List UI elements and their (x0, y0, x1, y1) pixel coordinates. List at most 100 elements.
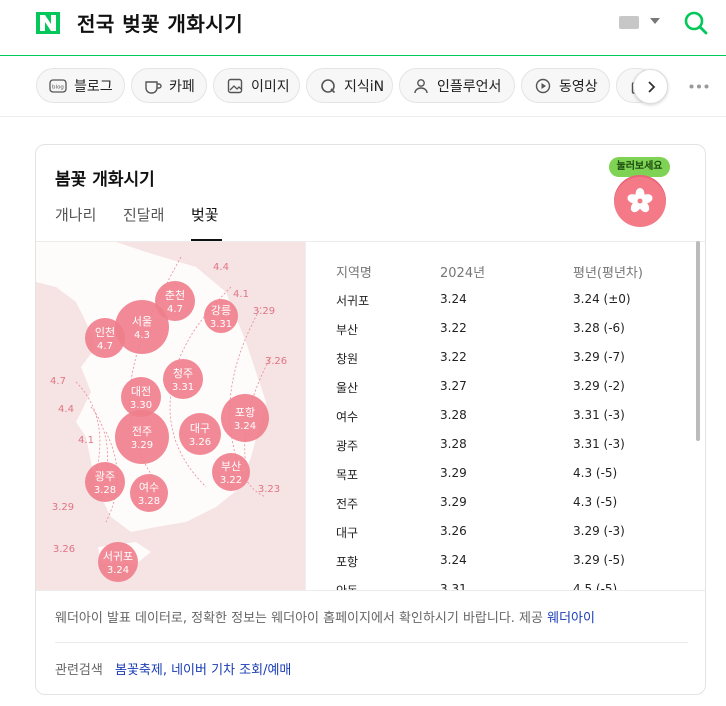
table-row: 안동 3.31 4.5 (-5) (306, 582, 686, 590)
cell-2024: 3.22 (440, 321, 467, 335)
header-2024: 2024년 (440, 266, 486, 281)
svg-text:blog: blog (52, 84, 64, 90)
city-date: 3.28 (138, 496, 160, 507)
city-marker-8[interactable]: 대구 3.26 (179, 413, 221, 455)
cell-region: 창원 (336, 352, 359, 366)
related-link-festival[interactable]: 봄꽃축제 (115, 663, 163, 678)
header-region: 지역명 (336, 266, 372, 281)
cell-region: 전주 (336, 497, 359, 511)
city-date: 3.29 (131, 440, 153, 451)
naver-logo[interactable] (36, 12, 60, 34)
city-date: 3.26 (189, 437, 211, 448)
cell-region: 울산 (336, 381, 359, 395)
tab-label: 인플루언서 (437, 78, 502, 95)
city-name: 부산 (221, 460, 241, 473)
isoline-label: 3.29 (253, 306, 275, 317)
cell-2024: 3.24 (440, 553, 467, 567)
cell-normal: 3.31 (-3) (573, 437, 625, 451)
cell-2024: 3.31 (440, 582, 467, 590)
isoline-label: 3.29 (52, 502, 74, 513)
city-date: 3.22 (220, 475, 242, 486)
isoline-label: 4.4 (213, 262, 229, 273)
city-name: 서귀포 (103, 550, 133, 563)
table-row: 목포 3.29 4.3 (-5) (306, 466, 686, 495)
table-row: 서귀포 3.24 3.24 (±0) (306, 292, 686, 321)
cell-region: 목포 (336, 468, 359, 482)
cell-region: 부산 (336, 323, 359, 337)
city-name: 서울 (132, 315, 152, 328)
table-row: 전주 3.29 4.3 (-5) (306, 495, 686, 524)
city-date: 3.31 (172, 382, 194, 393)
chevron-right-icon (647, 80, 655, 93)
tab-label: 지식iN (344, 78, 385, 95)
tabs-next-button[interactable] (633, 69, 668, 104)
category-tabs: blog 블로그 카페 이미지 지식iN 인플루언서 동영상 (0, 57, 726, 117)
tab-influencer[interactable]: 인플루언서 (399, 68, 515, 103)
source-notice: 웨더아이 발표 데이터로, 정확한 정보는 웨더아이 홈페이지에서 확인하시기 … (55, 607, 595, 626)
city-marker-3[interactable]: 서울 4.3 (115, 300, 169, 354)
image-icon (226, 77, 244, 95)
isoline-label: 4.1 (78, 435, 94, 446)
chevron-down-icon[interactable] (650, 18, 660, 24)
cell-region: 서귀포 (336, 294, 370, 308)
search-icon[interactable] (683, 10, 709, 36)
cell-region: 포항 (336, 555, 359, 569)
city-name: 대전 (131, 385, 151, 398)
tab-label: 카페 (169, 78, 195, 95)
press-me-badge[interactable]: 눌러보세요 (609, 157, 670, 177)
bloom-table[interactable]: 지역명 2024년 평년(평년차) 서귀포 3.24 3.24 (±0) 부산 3.22… (305, 242, 705, 590)
card-title: 봄꽃 개화시기 (55, 170, 155, 190)
table-row: 창원 3.22 3.29 (-7) (306, 350, 686, 379)
header-normal: 평년(평년차) (573, 266, 643, 281)
tab-knowledge[interactable]: 지식iN (306, 68, 393, 103)
city-marker-7[interactable]: 전주 3.29 (115, 410, 169, 464)
cell-region: 안동 (336, 582, 358, 590)
divider (36, 590, 705, 591)
cell-2024: 3.24 (440, 292, 467, 306)
city-name: 전주 (132, 425, 152, 438)
video-icon (534, 77, 552, 95)
tab-image[interactable]: 이미지 (213, 68, 300, 103)
city-marker-4[interactable]: 청주 3.31 (163, 359, 203, 399)
city-marker-6[interactable]: 포항 3.24 (221, 394, 269, 442)
city-date: 3.31 (210, 319, 232, 330)
cell-2024: 3.22 (440, 350, 467, 364)
city-marker-10[interactable]: 광주 3.28 (85, 462, 125, 502)
city-name: 여수 (139, 481, 159, 494)
cell-normal: 3.31 (-3) (573, 408, 625, 422)
tab-blog[interactable]: blog 블로그 (36, 68, 125, 103)
tab-video[interactable]: 동영상 (521, 68, 610, 103)
table-scrollbar[interactable] (696, 241, 700, 441)
isoline-label: 3.26 (265, 356, 287, 367)
related-label: 관련검색 (55, 663, 103, 678)
tab-azalea[interactable]: 진달래 (123, 204, 164, 225)
cell-2024: 3.28 (440, 408, 467, 422)
tab-cafe[interactable]: 카페 (131, 68, 207, 103)
city-date: 3.24 (107, 565, 129, 576)
cell-normal: 3.29 (-5) (573, 553, 625, 567)
blossom-button[interactable] (614, 175, 666, 227)
knowledge-icon (319, 77, 337, 95)
isoline-label: 3.26 (53, 544, 75, 555)
related-link-train[interactable]: 네이버 기차 조회/예매 (171, 663, 291, 678)
isoline-label: 4.1 (233, 289, 249, 300)
related-searches: 관련검색 봄꽃축제, 네이버 기차 조회/예매 (55, 663, 292, 678)
city-marker-11[interactable]: 여수 3.28 (130, 474, 168, 512)
weatheri-link[interactable]: 웨더아이 (547, 611, 595, 626)
more-icon[interactable] (689, 84, 709, 89)
city-name: 청주 (173, 367, 193, 380)
tab-forsythia[interactable]: 개나리 (55, 204, 96, 225)
tab-label: 블로그 (74, 78, 113, 95)
cell-2024: 3.26 (440, 524, 467, 538)
city-marker-12[interactable]: 서귀포 3.24 (98, 542, 138, 582)
cell-normal: 4.5 (-5) (573, 582, 618, 590)
search-query[interactable]: 전국 벚꽃 개화시기 (77, 8, 243, 37)
cell-region: 광주 (336, 439, 359, 453)
city-name: 강릉 (211, 304, 231, 317)
tab-label: 동영상 (559, 78, 598, 95)
city-marker-1[interactable]: 강릉 3.31 (204, 299, 238, 333)
city-marker-9[interactable]: 부산 3.22 (212, 453, 250, 491)
divider (55, 642, 688, 643)
keyboard-icon[interactable] (619, 16, 639, 29)
tab-cherry-blossom[interactable]: 벚꽃 (191, 204, 219, 225)
